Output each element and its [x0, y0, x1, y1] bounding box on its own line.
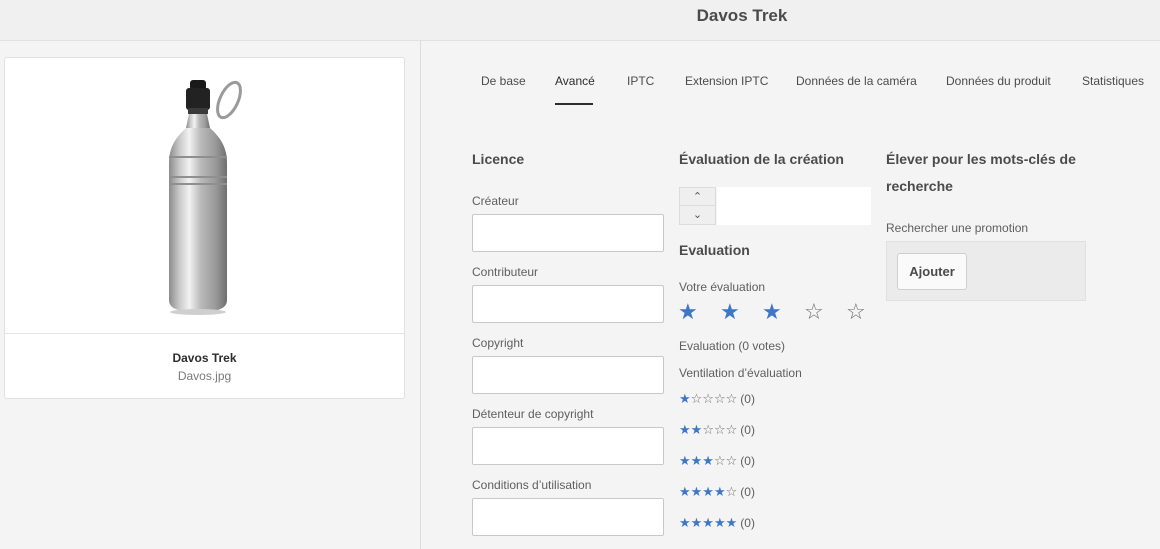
breakdown-row-4: ★★★★☆ (0) [679, 484, 755, 500]
breakdown-row-2: ★★☆☆☆ (0) [679, 422, 755, 438]
creator-label: Créateur [472, 194, 519, 208]
active-tab-indicator [555, 103, 593, 105]
stepper-buttons: ⌃ ⌄ [679, 187, 716, 225]
breakdown-count: (0) [740, 485, 755, 499]
tab-iptc[interactable]: IPTC [627, 74, 654, 88]
asset-name: Davos Trek [172, 351, 237, 365]
promotion-box: Ajouter [886, 241, 1086, 301]
star-filled-icon: ★★★★★ [679, 515, 738, 530]
tab-product-data[interactable]: Données du produit [946, 74, 1051, 88]
creator-field[interactable] [472, 214, 664, 252]
promotion-heading-line1: Élever pour les mots-clés de [886, 151, 1076, 167]
tab-advanced[interactable]: Avancé [555, 74, 595, 88]
promotion-heading-line2: recherche [886, 178, 953, 194]
page-title: Davos Trek [696, 6, 788, 25]
asset-thumbnail [5, 58, 404, 334]
asset-card[interactable]: Davos Trek Davos.jpg [4, 57, 405, 399]
star-empty-icon: ☆☆☆ [702, 422, 738, 437]
search-promotion-label: Rechercher une promotion [886, 221, 1029, 235]
breakdown-count: (0) [740, 392, 755, 406]
your-rating-label: Votre évaluation [679, 280, 766, 294]
asset-preview-pane: Davos Trek Davos.jpg [0, 41, 421, 549]
contributor-label: Contributeur [472, 265, 539, 279]
rating-star-5-icon[interactable]: ☆ [846, 300, 866, 324]
copyright-label: Copyright [472, 336, 524, 350]
water-bottle-image [169, 80, 242, 315]
star-empty-icon: ☆ [725, 484, 738, 499]
add-promotion-button[interactable]: Ajouter [897, 253, 967, 290]
top-bar: Davos Trek [0, 0, 1160, 41]
rating-star-4-icon[interactable]: ☆ [804, 300, 824, 324]
creation-rating-input[interactable] [717, 187, 871, 225]
copyright-owner-field[interactable] [472, 427, 664, 465]
chevron-down-icon[interactable]: ⌄ [680, 206, 715, 224]
license-heading: Licence [472, 151, 525, 167]
creation-rating-stepper[interactable]: ⌃ ⌄ [679, 187, 871, 225]
breakdown-count: (0) [740, 516, 755, 530]
rating-heading: Evaluation [679, 242, 750, 258]
rating-star-2-icon[interactable]: ★ [720, 300, 740, 324]
tab-statistics[interactable]: Statistiques [1082, 74, 1144, 88]
tab-basic[interactable]: De base [481, 74, 526, 88]
chevron-up-icon[interactable]: ⌃ [680, 188, 715, 206]
contributor-field[interactable] [472, 285, 664, 323]
usage-terms-label: Conditions d’utilisation [472, 478, 592, 492]
asset-filename: Davos.jpg [177, 369, 232, 383]
star-filled-icon: ★★★ [679, 453, 714, 468]
breakdown-row-3: ★★★☆☆ (0) [679, 453, 755, 469]
star-filled-icon: ★★ [679, 422, 703, 437]
rating-breakdown-label: Ventilation d’évaluation [679, 366, 802, 380]
usage-terms-field[interactable] [472, 498, 664, 536]
rating-summary: Evaluation (0 votes) [679, 339, 786, 353]
star-empty-icon: ☆☆ [713, 453, 738, 468]
tab-iptc-extension[interactable]: Extension IPTC [685, 74, 768, 88]
copyright-field[interactable] [472, 356, 664, 394]
rating-star-3-icon[interactable]: ★ [762, 300, 782, 324]
breakdown-row-5: ★★★★★ (0) [679, 515, 755, 531]
breakdown-count: (0) [740, 423, 755, 437]
star-filled-icon: ★★★★ [679, 484, 726, 499]
star-filled-icon: ★ [679, 391, 691, 406]
creation-rating-heading: Évaluation de la création [679, 151, 844, 167]
breakdown-count: (0) [740, 454, 755, 468]
rating-star-1-icon[interactable]: ★ [678, 300, 698, 324]
breakdown-row-1: ★☆☆☆☆ (0) [679, 391, 755, 407]
star-empty-icon: ☆☆☆☆ [690, 391, 738, 406]
tab-camera-data[interactable]: Données de la caméra [796, 74, 917, 88]
copyright-owner-label: Détenteur de copyright [472, 407, 594, 421]
